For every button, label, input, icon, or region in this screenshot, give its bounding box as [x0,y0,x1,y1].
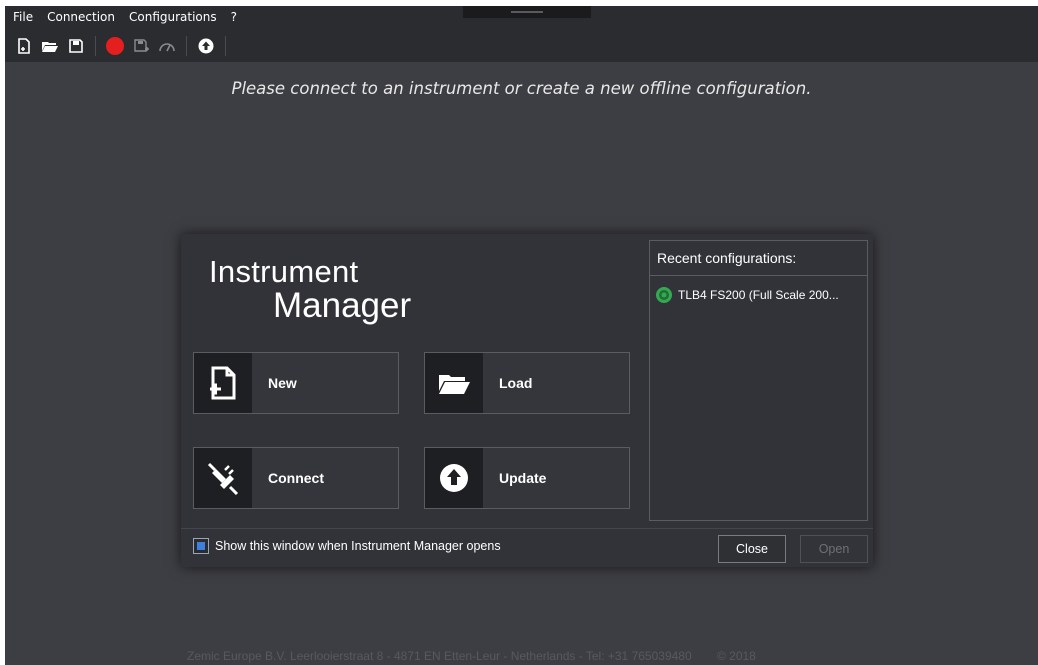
save-icon [69,39,83,53]
footer: Zemic Europe B.V. Leerlooierstraat 8 - 4… [187,649,756,663]
dialog-footer-divider [181,528,873,529]
menu-help[interactable]: ? [223,10,243,24]
update-button-label: Update [499,470,547,486]
checkbox-box[interactable] [193,538,209,554]
new-button-icon-box [194,353,252,413]
update-button-icon-box [425,448,483,508]
menu-file[interactable]: File [5,10,39,24]
open-folder-icon [42,42,58,52]
welcome-dialog: Instrument Manager New Load Connect Upda… [181,234,873,567]
show-window-checkbox[interactable]: Show this window when Instrument Manager… [193,538,501,554]
new-file-icon [18,38,30,54]
toolbar-save-button[interactable] [65,35,87,57]
toolbar-gauge-button[interactable] [156,35,178,57]
open-folder-icon [439,375,470,394]
new-button-label: New [268,375,297,391]
load-button-icon-box [425,353,483,413]
menu-bar: File Connection Configurations ? [5,6,243,28]
toolbar-new-button[interactable] [13,35,35,57]
menu-configurations[interactable]: Configurations [121,10,223,24]
connection-status-icon [656,287,672,303]
menu-connection[interactable]: Connection [39,10,121,24]
checkbox-checked-mark [197,542,205,550]
update-button[interactable]: Update [424,447,630,509]
toolbar-open-button[interactable] [39,35,61,57]
plug-icon [207,462,239,495]
gauge-icon [159,43,175,52]
load-button[interactable]: Load [424,352,630,414]
connect-button-label: Connect [268,470,324,486]
show-window-label: Show this window when Instrument Manager… [215,539,501,553]
drag-handle[interactable] [463,6,591,18]
toolbar-separator [225,36,226,56]
drag-grip [511,11,543,13]
recent-configuration-item[interactable]: TLB4 FS200 (Full Scale 200... [655,286,867,304]
record-icon [106,37,124,55]
toolbar [13,34,234,58]
connect-button[interactable]: Connect [193,447,399,509]
toolbar-separator [95,36,96,56]
toolbar-record-button[interactable] [104,35,126,57]
connect-hint: Please connect to an instrument or creat… [231,79,812,98]
logo-text-instrument: Instrument [209,254,359,289]
toolbar-update-button[interactable] [195,35,217,57]
close-button[interactable]: Close [718,535,786,563]
footer-copyright: © 2018 [716,649,756,663]
footer-address: Zemic Europe B.V. Leerlooierstraat 8 - 4… [187,649,692,663]
new-button[interactable]: New [193,352,399,414]
recent-configuration-label: TLB4 FS200 (Full Scale 200... [678,288,839,302]
logo-text-manager: Manager [273,286,412,325]
recent-configurations-panel: Recent configurations: TLB4 FS200 (Full … [649,240,868,521]
recent-configurations-header: Recent configurations: [650,241,867,276]
load-button-label: Load [499,375,533,391]
upload-icon [440,464,468,492]
new-file-icon [210,366,236,400]
toolbar-separator [186,36,187,56]
toolbar-save-device-button[interactable] [130,35,152,57]
app-window: File Connection Configurations ? Please … [5,6,1038,665]
upload-icon [198,38,214,54]
top-bar: File Connection Configurations ? [5,6,1038,62]
open-button[interactable]: Open [800,535,868,563]
save-device-icon [134,39,149,52]
connect-button-icon-box [194,448,252,508]
